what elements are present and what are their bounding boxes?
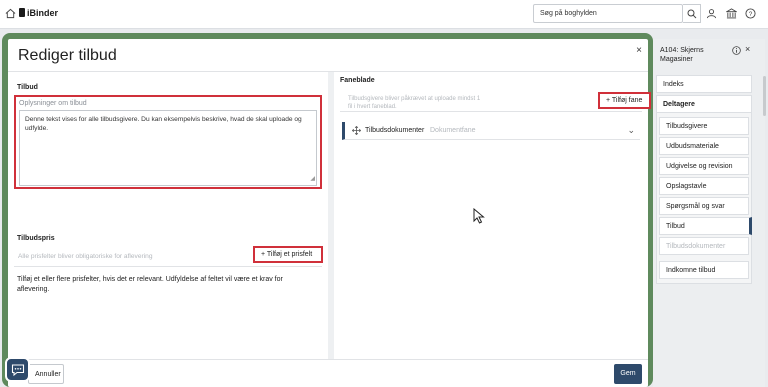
sidebar-header: A104: Skjerns Magasiner [660, 47, 704, 63]
price-section-title: Tilbudspris [17, 235, 55, 242]
sidebar-item-tilbud[interactable]: Tilbud [659, 217, 752, 235]
tabs-placeholder-line-1: Tilbudsgivere bliver påkrævet at uploade… [348, 96, 481, 102]
offer-info-field: Oplysninger om tilbud Denne tekst vises … [14, 95, 322, 189]
tabs-placeholder: Tilbudsgivere bliver påkrævet at uploade… [348, 96, 480, 111]
sidebar-item-indkomne-tilbud[interactable]: Indkomne tilbud [659, 261, 749, 279]
modal-title: Rediger tilbud [18, 47, 117, 64]
save-button[interactable]: Gem [614, 364, 642, 384]
svg-text:?: ? [749, 11, 753, 18]
footer-divider [8, 359, 648, 360]
offer-column: Tilbud Oplysninger om tilbud Denne tekst… [8, 72, 328, 359]
help-icon[interactable]: ? [745, 8, 756, 19]
info-icon[interactable] [732, 46, 741, 55]
sidebar-item-indeks[interactable]: Indeks [656, 75, 752, 93]
library-icon[interactable] [726, 8, 737, 19]
cancel-button[interactable]: Annuller [28, 364, 64, 384]
app-logo[interactable]: iBinder [19, 8, 58, 18]
chat-button[interactable] [5, 357, 30, 382]
search-button[interactable] [683, 4, 701, 23]
chevron-down-icon[interactable]: ⌄ [627, 125, 635, 136]
right-sidebar: A104: Skjerns Magasiner × Indeks Deltage… [653, 39, 765, 387]
add-tab-button[interactable]: + Tilføj fane [598, 92, 651, 109]
home-icon[interactable] [5, 8, 16, 19]
tabs-column: Faneblade Tilbudsgivere bliver påkrævet … [334, 72, 651, 359]
document-tab-type: Dokumentfane [430, 127, 476, 134]
tabs-section-title: Faneblade [340, 77, 375, 84]
tabs-placeholder-line-2: fil i hvert faneblad. [348, 103, 397, 110]
add-price-field-button[interactable]: + Tilføj et prisfelt [253, 246, 323, 263]
sidebar-item-udbudsmateriale[interactable]: Udbudsmateriale [659, 137, 749, 155]
search-input[interactable]: Søg på boghylden [533, 4, 683, 23]
close-icon[interactable]: × [745, 44, 750, 54]
sidebar-item-deltagere[interactable]: Deltagere [656, 95, 752, 113]
sidebar-item-udgivelse[interactable]: Udgivelse og revision [659, 157, 749, 175]
sidebar-item-spoergsmaal[interactable]: Spørgsmål og svar [659, 197, 749, 215]
add-price-label: Tilføj et prisfelt [266, 251, 313, 258]
tabs-info-row: Tilbudsgivere bliver påkrævet at uploade… [340, 93, 642, 112]
offer-info-textarea[interactable]: Denne tekst vises for alle tilbudsgivere… [19, 110, 317, 186]
chat-icon [11, 364, 25, 377]
sidebar-scrollbar[interactable] [763, 76, 766, 116]
search-placeholder: Søg på boghylden [540, 10, 597, 17]
move-icon[interactable] [352, 126, 361, 135]
sidebar-item-tilbudsdokumenter[interactable]: Tilbudsdokumenter [659, 237, 749, 255]
price-help-text: Tilføj et eller flere prisfelter, hvis d… [17, 276, 283, 293]
user-icon[interactable] [706, 8, 717, 19]
resize-handle-icon[interactable]: ◢ [310, 175, 315, 184]
logo-mark [19, 8, 25, 17]
sidebar-item-tilbudsgivere[interactable]: Tilbudsgivere [659, 117, 749, 135]
offer-info-text: Denne tekst vises for alle tilbudsgivere… [25, 116, 302, 132]
top-bar: iBinder Søg på boghylden ? [0, 0, 768, 29]
add-tab-label: Tilføj fane [611, 97, 643, 104]
mouse-cursor-icon [473, 208, 485, 224]
document-tab-row[interactable]: Tilbudsdokumenter Dokumentfane ⌄ [342, 122, 640, 140]
document-tab-name: Tilbudsdokumenter [365, 127, 425, 134]
offer-section-title: Tilbud [17, 84, 38, 91]
edit-offer-modal: Rediger tilbud × Tilbud Oplysninger om t… [8, 39, 651, 387]
app-name: iBinder [27, 8, 59, 18]
search-icon [687, 9, 697, 19]
offer-info-label: Oplysninger om tilbud [19, 100, 87, 107]
close-icon[interactable]: × [636, 45, 642, 56]
sidebar-item-opslagstavle[interactable]: Opslagstavle [659, 177, 749, 195]
price-placeholder: Alle prisfelter bliver obligatoriske for… [18, 253, 153, 260]
